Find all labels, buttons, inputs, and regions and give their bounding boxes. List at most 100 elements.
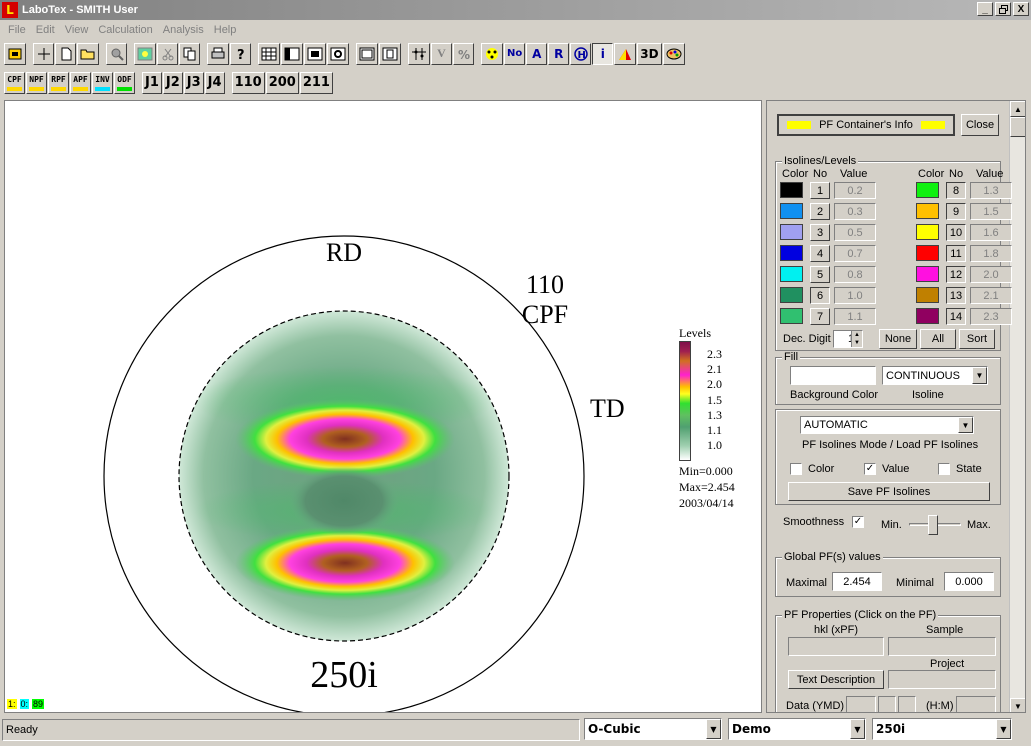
- smoothness-slider[interactable]: [909, 515, 961, 535]
- h-button[interactable]: H: [570, 42, 592, 65]
- level-number-button[interactable]: 1: [810, 182, 830, 199]
- image-button[interactable]: [134, 42, 156, 65]
- level-color-swatch[interactable]: [780, 203, 803, 219]
- j1-button[interactable]: J1: [142, 71, 162, 94]
- level-number-button[interactable]: 12: [946, 266, 966, 283]
- level-number-button[interactable]: 10: [946, 224, 966, 241]
- level-value-field[interactable]: 0.2: [834, 182, 876, 199]
- level-number-button[interactable]: 11: [946, 245, 966, 262]
- level-color-swatch[interactable]: [780, 287, 803, 303]
- slider-thumb[interactable]: [928, 515, 938, 535]
- dropdown-arrow-icon[interactable]: ▼: [972, 367, 987, 384]
- copy-button[interactable]: [179, 42, 200, 65]
- background-color-field[interactable]: [790, 366, 876, 385]
- dropdown-arrow-icon[interactable]: ▼: [996, 719, 1011, 739]
- level-color-swatch[interactable]: [916, 203, 939, 219]
- hkl-110-button[interactable]: 110: [231, 71, 265, 94]
- pole-figure[interactable]: RD TD 110 CPF 250i: [5, 101, 762, 713]
- level-number-button[interactable]: 3: [810, 224, 830, 241]
- peaks-button[interactable]: [408, 42, 430, 65]
- level-number-button[interactable]: 14: [946, 308, 966, 325]
- level-color-swatch[interactable]: [780, 224, 803, 240]
- dec-digit-field[interactable]: 1 ▲▼: [833, 330, 863, 348]
- level-number-button[interactable]: 13: [946, 287, 966, 304]
- j4-button[interactable]: J4: [204, 71, 225, 94]
- value-checkbox[interactable]: ✓: [864, 463, 876, 475]
- hkl-200-button[interactable]: 200: [265, 71, 299, 94]
- split-view-button[interactable]: [379, 42, 401, 65]
- percent-button[interactable]: %: [453, 42, 474, 65]
- dropdown-arrow-icon[interactable]: ▼: [706, 719, 721, 739]
- fill-mode-dropdown[interactable]: CONTINUOUS ▼: [882, 366, 988, 385]
- pole-figure-canvas[interactable]: RD TD 110 CPF 250i Levels 2.3 2.1 2.0 1.…: [4, 100, 762, 713]
- apf-button[interactable]: APF: [70, 71, 91, 94]
- level-color-swatch[interactable]: [916, 308, 939, 324]
- zoom-button[interactable]: [106, 42, 127, 65]
- menu-file[interactable]: File: [3, 24, 31, 36]
- level-value-field[interactable]: 1.8: [970, 245, 1012, 262]
- palette-button[interactable]: [662, 42, 685, 65]
- window-b-button[interactable]: [327, 42, 349, 65]
- level-number-button[interactable]: 5: [810, 266, 830, 283]
- menu-edit[interactable]: Edit: [31, 24, 60, 36]
- level-value-field[interactable]: 1.0: [834, 287, 876, 304]
- odf-button[interactable]: ODF: [114, 71, 135, 94]
- menu-calculation[interactable]: Calculation: [93, 24, 157, 36]
- level-color-swatch[interactable]: [916, 224, 939, 240]
- save-pf-isolines-button[interactable]: Save PF Isolines: [788, 482, 990, 501]
- npf-button[interactable]: NPF: [26, 71, 47, 94]
- menu-analysis[interactable]: Analysis: [158, 24, 209, 36]
- level-value-field[interactable]: 1.1: [834, 308, 876, 325]
- none-button[interactable]: None: [879, 329, 917, 349]
- window-a-button[interactable]: [304, 42, 326, 65]
- scroll-down-button[interactable]: ▼: [1010, 698, 1025, 712]
- restore-button[interactable]: [995, 2, 1011, 16]
- no-button[interactable]: No: [504, 42, 526, 65]
- level-color-swatch[interactable]: [780, 266, 803, 282]
- pf-container-info-button[interactable]: PF Container's Info: [777, 114, 955, 136]
- level-number-button[interactable]: 2: [810, 203, 830, 220]
- dots-button[interactable]: [481, 42, 503, 65]
- level-value-field[interactable]: 2.0: [970, 266, 1012, 283]
- all-button[interactable]: All: [920, 329, 956, 349]
- level-value-field[interactable]: 1.5: [970, 203, 1012, 220]
- level-color-swatch[interactable]: [780, 182, 803, 198]
- database-button[interactable]: [4, 42, 26, 65]
- level-color-swatch[interactable]: [916, 287, 939, 303]
- menu-help[interactable]: Help: [209, 24, 242, 36]
- level-color-swatch[interactable]: [916, 266, 939, 282]
- level-number-button[interactable]: 7: [810, 308, 830, 325]
- info-button[interactable]: i: [592, 42, 614, 65]
- j2-button[interactable]: J2: [162, 71, 183, 94]
- level-number-button[interactable]: 8: [946, 182, 966, 199]
- open-button[interactable]: [77, 42, 99, 65]
- isolines-mode-dropdown[interactable]: AUTOMATIC ▼: [800, 416, 974, 434]
- database-dropdown[interactable]: Demo ▼: [728, 718, 866, 740]
- level-value-field[interactable]: 0.3: [834, 203, 876, 220]
- level-value-field[interactable]: 0.7: [834, 245, 876, 262]
- level-number-button[interactable]: 6: [810, 287, 830, 304]
- level-value-field[interactable]: 2.1: [970, 287, 1012, 304]
- table-button[interactable]: [281, 42, 303, 65]
- state-checkbox[interactable]: [938, 463, 950, 475]
- color-checkbox[interactable]: [790, 463, 802, 475]
- level-value-field[interactable]: 0.8: [834, 266, 876, 283]
- cursor-button[interactable]: [33, 42, 54, 65]
- level-value-field[interactable]: 0.5: [834, 224, 876, 241]
- menu-view[interactable]: View: [60, 24, 94, 36]
- level-color-swatch[interactable]: [916, 245, 939, 261]
- cut-button[interactable]: [157, 42, 178, 65]
- level-number-button[interactable]: 4: [810, 245, 830, 262]
- scroll-thumb[interactable]: [1010, 117, 1025, 137]
- text-description-button[interactable]: Text Description: [788, 670, 884, 689]
- level-value-field[interactable]: 2.3: [970, 308, 1012, 325]
- cpf-button[interactable]: CPF: [4, 71, 25, 94]
- level-value-field[interactable]: 1.6: [970, 224, 1012, 241]
- scroll-up-button[interactable]: ▲: [1010, 101, 1025, 117]
- print-button[interactable]: [207, 42, 229, 65]
- close-panel-button[interactable]: Close: [961, 114, 999, 136]
- sort-button[interactable]: Sort: [959, 329, 995, 349]
- level-number-button[interactable]: 9: [946, 203, 966, 220]
- dropdown-arrow-icon[interactable]: ▼: [850, 719, 865, 739]
- new-button[interactable]: [55, 42, 76, 65]
